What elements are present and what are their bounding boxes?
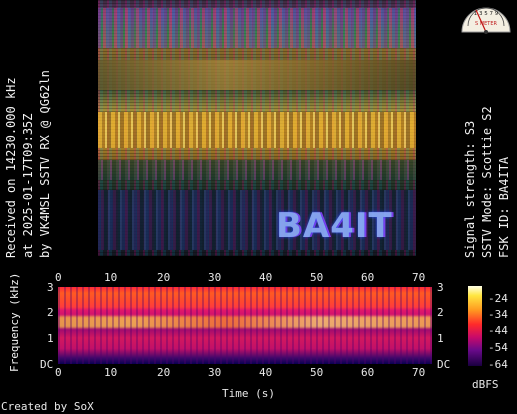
x-tick-bottom: 40: [259, 366, 273, 379]
x-tick-top: 20: [157, 271, 171, 284]
dbfs-colorbar: [468, 286, 482, 366]
x-tick-bottom: 50: [310, 366, 324, 379]
callsign-overlay: BA4IT: [276, 206, 393, 246]
caption-signal-strength: Signal strength: S3: [463, 120, 477, 258]
noise-band: [98, 60, 416, 90]
x-tick-top: 50: [310, 271, 324, 284]
noise-band: [98, 160, 416, 180]
sstv-decoded-image: BA4IT: [98, 0, 416, 256]
x-tick-bottom: 20: [157, 366, 171, 379]
caption-fsk-id: FSK ID: BA4ITA: [497, 156, 511, 258]
spectrogram-xlabel: Time (s): [222, 387, 275, 400]
colorbar-unit: dBFS: [472, 378, 499, 391]
colorbar-tick-64: -64: [488, 358, 508, 371]
x-tick-top: 60: [361, 271, 375, 284]
s-meter-label: S METER: [475, 21, 497, 27]
y-tick-right-1: 1: [437, 332, 444, 345]
x-tick-top: 70: [412, 271, 426, 284]
y-tick-left-2: 2: [47, 306, 54, 319]
x-tick-bottom: 60: [361, 366, 375, 379]
sox-credit: Created by SoX: [1, 400, 94, 413]
x-tick-top: 0: [55, 271, 62, 284]
caption-receiver-station: by VK4MSL SSTV RX @ QG62ln: [38, 70, 52, 258]
x-tick-top: 40: [259, 271, 273, 284]
noise-band: [98, 112, 416, 148]
s-meter-pivot: [484, 30, 488, 34]
s-meter-gauge: 1 3 5 7 9 S METER: [461, 7, 511, 34]
caption-received-time: at 2025-01-17T09:35Z: [21, 113, 35, 259]
x-tick-top: 10: [104, 271, 118, 284]
noise-band: [98, 8, 416, 48]
y-tick-left-3: 3: [47, 281, 54, 294]
caption-received-frequency: Received on 14230.000 kHz: [4, 77, 18, 258]
y-tick-left-1: 1: [47, 332, 54, 345]
x-tick-bottom: 30: [208, 366, 222, 379]
spectrogram-plot: [58, 287, 432, 364]
colorbar-tick-34: -34: [488, 308, 508, 321]
x-tick-top: 30: [208, 271, 222, 284]
x-tick-bottom: 0: [55, 366, 62, 379]
y-tick-right-3: 3: [437, 281, 444, 294]
spectrogram-ylabel: Frequency (kHz): [8, 272, 21, 372]
x-tick-bottom: 70: [412, 366, 426, 379]
x-tick-bottom: 10: [104, 366, 118, 379]
colorbar-tick-44: -44: [488, 324, 508, 337]
y-tick-right-dc: DC: [437, 358, 451, 371]
y-tick-right-2: 2: [437, 306, 444, 319]
caption-sstv-mode: SSTV Mode: Scottie S2: [480, 106, 494, 258]
colorbar-tick-54: -54: [488, 341, 508, 354]
y-tick-left-dc: DC: [40, 358, 54, 371]
spectrogram-texture: [58, 287, 432, 364]
colorbar-tick-24: -24: [488, 292, 508, 305]
